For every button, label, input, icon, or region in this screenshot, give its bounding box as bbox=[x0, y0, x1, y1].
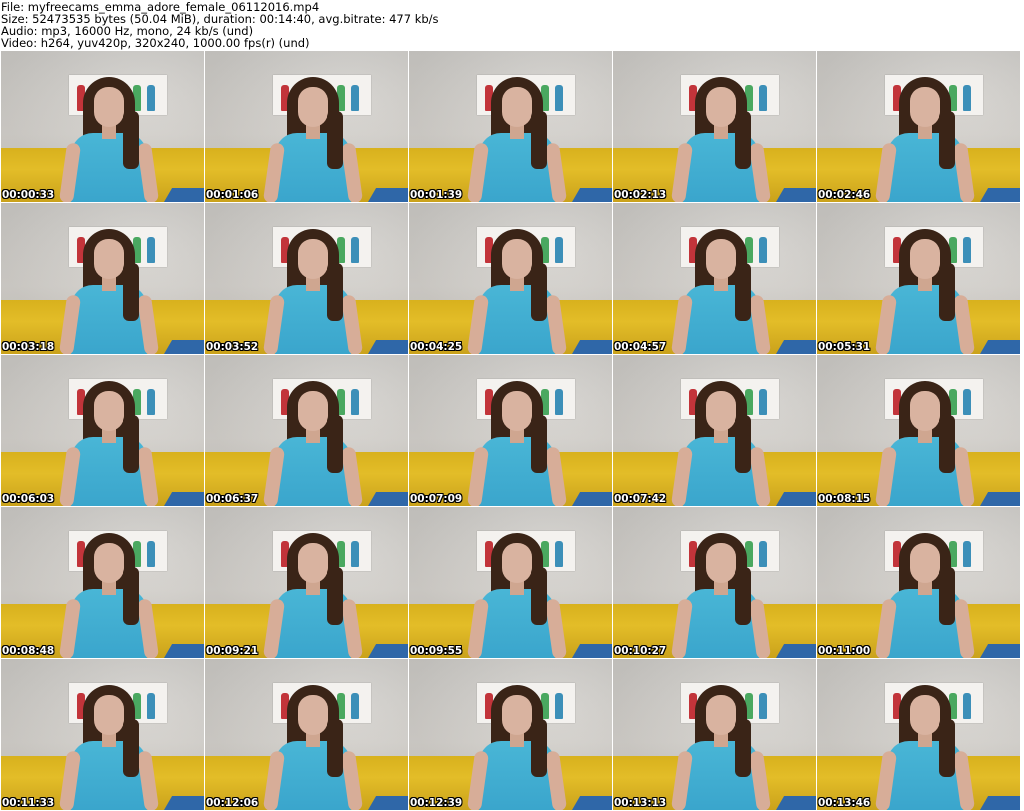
video-thumbnail: 00:02:13 bbox=[613, 51, 816, 202]
video-thumbnail: 00:13:13 bbox=[613, 659, 816, 810]
thumbnail-timestamp: 00:06:03 bbox=[2, 493, 55, 505]
thumbnail-timestamp: 00:01:06 bbox=[206, 189, 259, 201]
thumbnail-timestamp: 00:04:25 bbox=[410, 341, 463, 353]
file-info-header: File: myfreecams_emma_adore_female_06112… bbox=[0, 0, 1024, 50]
video-info-line: Video: h264, yuv420p, 320x240, 1000.00 f… bbox=[1, 36, 310, 50]
video-thumbnail: 00:01:39 bbox=[409, 51, 612, 202]
thumbnail-timestamp: 00:06:37 bbox=[206, 493, 259, 505]
video-thumbnail: 00:08:15 bbox=[817, 355, 1020, 506]
thumbnail-grid: 00:00:33 00:01:06 00:01:39 00:02:13 00:02:46… bbox=[1, 51, 1023, 811]
thumbnail-timestamp: 00:11:00 bbox=[818, 645, 871, 657]
thumbnail-timestamp: 00:03:18 bbox=[2, 341, 55, 353]
video-thumbnail: 00:03:18 bbox=[1, 203, 204, 354]
thumbnail-timestamp: 00:08:48 bbox=[2, 645, 55, 657]
video-thumbnail: 00:06:37 bbox=[205, 355, 408, 506]
video-thumbnail: 00:09:21 bbox=[205, 507, 408, 658]
thumbnail-timestamp: 00:00:33 bbox=[2, 189, 55, 201]
thumbnail-timestamp: 00:08:15 bbox=[818, 493, 871, 505]
thumbnail-timestamp: 00:11:33 bbox=[2, 797, 55, 809]
thumbnail-timestamp: 00:07:42 bbox=[614, 493, 667, 505]
video-thumbnail: 00:05:31 bbox=[817, 203, 1020, 354]
thumbnail-timestamp: 00:09:55 bbox=[410, 645, 463, 657]
video-thumbnail: 00:06:03 bbox=[1, 355, 204, 506]
thumbnail-timestamp: 00:12:39 bbox=[410, 797, 463, 809]
video-thumbnail: 00:12:06 bbox=[205, 659, 408, 810]
video-thumbnail: 00:03:52 bbox=[205, 203, 408, 354]
video-thumbnail: 00:11:33 bbox=[1, 659, 204, 810]
video-thumbnail: 00:12:39 bbox=[409, 659, 612, 810]
thumbnail-timestamp: 00:13:13 bbox=[614, 797, 667, 809]
thumbnail-timestamp: 00:09:21 bbox=[206, 645, 259, 657]
video-thumbnail: 00:11:00 bbox=[817, 507, 1020, 658]
video-thumbnail: 00:08:48 bbox=[1, 507, 204, 658]
thumbnail-timestamp: 00:05:31 bbox=[818, 341, 871, 353]
video-thumbnail: 00:09:55 bbox=[409, 507, 612, 658]
thumbnail-timestamp: 00:12:06 bbox=[206, 797, 259, 809]
thumbnail-timestamp: 00:01:39 bbox=[410, 189, 463, 201]
video-thumbnail: 00:13:46 bbox=[817, 659, 1020, 810]
thumbnail-timestamp: 00:02:46 bbox=[818, 189, 871, 201]
video-thumbnail: 00:10:27 bbox=[613, 507, 816, 658]
thumbnail-timestamp: 00:04:57 bbox=[614, 341, 667, 353]
video-thumbnail: 00:04:25 bbox=[409, 203, 612, 354]
video-thumbnail: 00:01:06 bbox=[205, 51, 408, 202]
thumbnail-timestamp: 00:10:27 bbox=[614, 645, 667, 657]
thumbnail-timestamp: 00:13:46 bbox=[818, 797, 871, 809]
video-thumbnail: 00:07:42 bbox=[613, 355, 816, 506]
video-thumbnail: 00:07:09 bbox=[409, 355, 612, 506]
thumbnail-timestamp: 00:03:52 bbox=[206, 341, 259, 353]
thumbnail-timestamp: 00:02:13 bbox=[614, 189, 667, 201]
video-thumbnail: 00:02:46 bbox=[817, 51, 1020, 202]
video-thumbnail: 00:04:57 bbox=[613, 203, 816, 354]
video-thumbnail: 00:00:33 bbox=[1, 51, 204, 202]
thumbnail-timestamp: 00:07:09 bbox=[410, 493, 463, 505]
